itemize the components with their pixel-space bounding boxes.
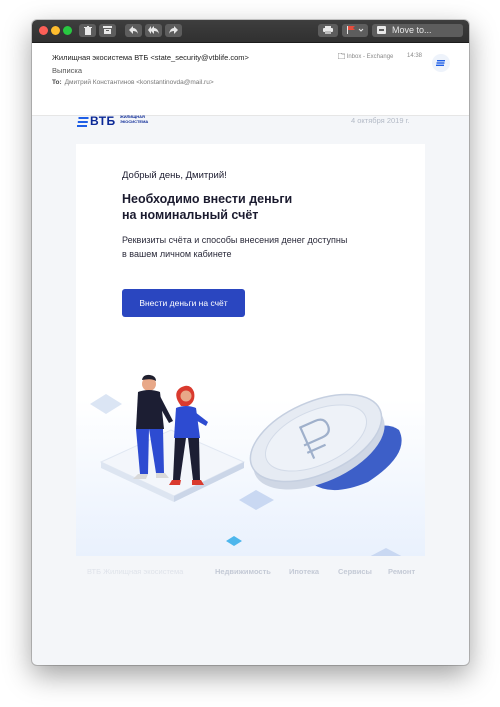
recipient-line: To: Дмитрий Константинов <konstantinovda@… [52, 79, 214, 86]
forward-button[interactable] [165, 24, 182, 37]
footer-link-realty[interactable]: Недвижимость [215, 567, 271, 576]
reply-all-button[interactable] [145, 24, 162, 37]
vtb-avatar-icon [436, 60, 445, 66]
trash-button[interactable] [79, 24, 96, 37]
headline: Необходимо внести деньги на номинальный … [122, 191, 292, 223]
message-date: 4 октября 2019 г. [351, 116, 410, 125]
folder-name: Inbox - Exchange [346, 54, 394, 60]
printer-icon [323, 26, 333, 34]
greeting: Добрый день, Дмитрий! [122, 170, 227, 181]
flag-menu-button[interactable] [342, 24, 368, 37]
logo-subtitle: ЖИЛИЩНАЯ ЭКОСИСТЕМА [120, 114, 149, 124]
folder-label[interactable]: Inbox - Exchange [337, 52, 394, 60]
reply-icon [129, 26, 138, 34]
zoom-window-button[interactable] [63, 26, 72, 35]
print-button[interactable] [318, 24, 338, 37]
subtext: Реквизиты счёта и способы внесения денег… [122, 233, 347, 261]
archive-button[interactable] [99, 24, 116, 37]
trash-icon [83, 26, 92, 35]
headline-line-1: Необходимо внести деньги [122, 192, 293, 206]
archive-icon [103, 26, 112, 34]
recipient: Дмитрий Константинов <konstantinovda@mai… [64, 79, 214, 86]
footer-link-renovation[interactable]: Ремонт [388, 567, 415, 576]
move-to-label: Move to... [392, 25, 432, 35]
reply-button[interactable] [125, 24, 142, 37]
flag-icon [347, 26, 364, 34]
decor-diamond [226, 536, 242, 546]
folder-icon [337, 52, 346, 60]
to-label: To: [52, 79, 62, 86]
logo-text: ВТБ [90, 114, 116, 128]
headline-line-2: на номинальный счёт [122, 208, 259, 222]
move-to-menu[interactable]: Move to... [372, 24, 463, 37]
subtext-line-2: в вашем личном кабинете [122, 249, 232, 259]
minimize-window-button[interactable] [51, 26, 60, 35]
footer-link-services[interactable]: Сервисы [338, 567, 372, 576]
coin-illustration [90, 374, 402, 556]
decor-diamond [90, 394, 122, 414]
subtext-line-1: Реквизиты счёта и способы внесения денег… [122, 235, 348, 245]
ruble-coin [249, 393, 385, 490]
footer-link-mortgage[interactable]: Ипотека [289, 567, 319, 576]
reply-all-icon [148, 26, 159, 34]
vtb-logo-icon [77, 117, 89, 127]
message-time: 14:38 [407, 53, 423, 59]
vtb-logo[interactable]: ВТБ ЖИЛИЩНАЯ ЭКОСИСТЕМА [77, 114, 148, 133]
message-card: Добрый день, Дмитрий! Необходимо внести … [76, 144, 425, 556]
sender: Жилищная экосистема ВТБ <state_security@… [52, 53, 249, 62]
decor-diamond [239, 490, 274, 510]
forward-icon [169, 26, 178, 34]
message-header: Жилищная экосистема ВТБ <state_security@… [32, 43, 469, 116]
subject: Выписка [52, 66, 83, 75]
decor-diamond [370, 548, 402, 556]
footer-brand[interactable]: ВТБ Жилищная экосистема [87, 567, 183, 576]
close-window-button[interactable] [39, 26, 48, 35]
deposit-money-button[interactable]: Внести деньги на счёт [122, 289, 245, 317]
sender-avatar [432, 54, 450, 72]
mail-toolbar: Move to... [32, 20, 469, 43]
mail-window: Move to... Жилищная экосистема ВТБ <stat… [32, 20, 469, 665]
platform [99, 429, 246, 497]
folder-move-icon [377, 26, 386, 34]
